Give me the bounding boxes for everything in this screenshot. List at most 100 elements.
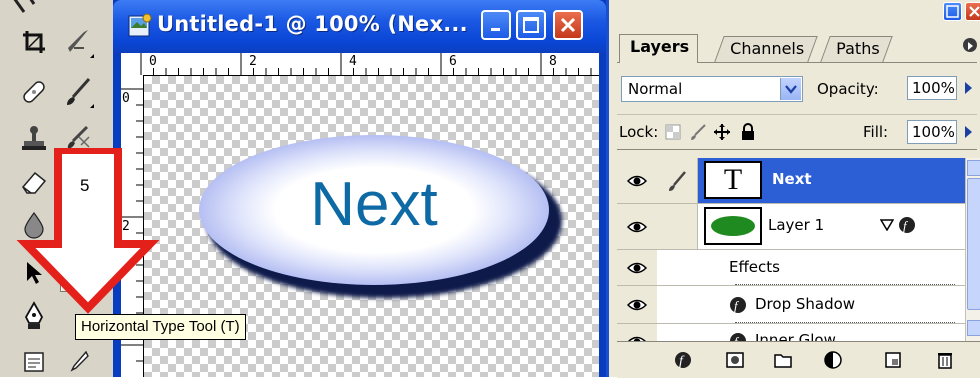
layers-list: T Next Layer 1 f Effects f Drop Shadow I…	[617, 158, 965, 341]
eye-icon	[627, 221, 647, 232]
link-brush-cell[interactable]	[657, 158, 698, 203]
trash-icon	[938, 353, 952, 369]
new-adjustment-layer-button[interactable]	[823, 350, 843, 370]
fx-icon: f	[675, 352, 691, 369]
move-icon	[13, 0, 36, 13]
scroll-thumb[interactable]	[967, 178, 980, 310]
minimize-button[interactable]	[481, 10, 511, 40]
tab-paths[interactable]: Paths	[820, 36, 894, 62]
flyout-indicator-icon	[90, 104, 94, 108]
palette-menu-arrow-icon	[968, 42, 973, 50]
new-layer-button[interactable]	[883, 350, 903, 370]
ruler-h-label: 0	[149, 54, 157, 69]
chevron-down-icon[interactable]	[780, 78, 801, 100]
link-brush-cell[interactable]	[657, 204, 698, 249]
blend-mode-select[interactable]: Normal	[621, 76, 803, 102]
visibility-toggle[interactable]	[617, 158, 658, 203]
palette-minimize-button[interactable]	[943, 2, 962, 21]
effects-row[interactable]: Effects	[617, 250, 965, 286]
step-number-label: 5	[80, 176, 90, 195]
effects-expand-triangle-icon[interactable]	[880, 219, 894, 231]
ruler-h-label: 6	[449, 54, 457, 69]
notes-tool[interactable]	[16, 344, 52, 380]
scroll-down-button[interactable]	[967, 320, 980, 336]
lock-label: Lock:	[619, 123, 659, 141]
fill-slider-arrow-icon[interactable]	[965, 126, 972, 138]
lock-all-padlock-icon[interactable]	[739, 122, 757, 142]
palette-title-bar[interactable]	[609, 0, 980, 24]
healing-brush-tool[interactable]	[16, 74, 52, 110]
fill-label: Fill:	[863, 123, 889, 141]
slice-knife-icon	[68, 30, 88, 52]
tool-tooltip: Horizontal Type Tool (T)	[75, 314, 246, 340]
tab-channels[interactable]: Channels	[714, 36, 818, 62]
eye-icon	[627, 262, 647, 273]
minimize-icon	[491, 28, 500, 31]
visibility-toggle[interactable]	[617, 250, 658, 285]
crop-tool[interactable]	[16, 24, 52, 60]
empty-cell	[657, 286, 697, 323]
tab-layers[interactable]: Layers	[619, 34, 699, 63]
document-title-bar[interactable]: Untitled-1 @ 100% (Nex...	[113, 0, 606, 53]
delete-layer-button[interactable]	[935, 350, 955, 370]
opacity-label: Opacity:	[817, 80, 879, 98]
notes-icon	[24, 352, 44, 372]
layer-row-layer-1[interactable]: Layer 1 f	[617, 204, 965, 250]
layers-scrollbar[interactable]	[965, 158, 980, 341]
photoshop-document-icon	[127, 12, 153, 38]
eyedropper-icon	[70, 350, 89, 372]
palette-tabs: Layers Channels Paths	[617, 32, 977, 63]
ruler-v-label: 0	[122, 91, 130, 106]
eyedropper-tool[interactable]	[60, 344, 96, 380]
effects-label: Effects	[729, 258, 780, 276]
empty-cell	[657, 324, 697, 341]
effect-inner-glow[interactable]: f Inner Glow	[617, 324, 965, 341]
maximize-icon	[523, 17, 539, 33]
lock-image-brush-icon[interactable]	[689, 123, 707, 141]
layer-style-fx-icon: f	[899, 217, 915, 233]
visibility-toggle[interactable]	[617, 286, 658, 323]
ruler-h-label: 2	[249, 54, 257, 69]
layer-row-next[interactable]: T Next	[617, 158, 965, 204]
flyout-indicator-icon	[90, 54, 94, 58]
tab-channels-label: Channels	[730, 39, 805, 58]
mask-icon	[726, 352, 744, 368]
horizontal-ruler: 0 2 4 6 8	[121, 53, 599, 76]
lock-row: Lock: Fill: 100%	[617, 114, 977, 150]
palette-close-button[interactable]	[965, 2, 980, 21]
lock-transparency-icon[interactable]	[665, 124, 681, 140]
add-layer-style-button[interactable]: f	[673, 350, 693, 370]
new-layer-icon	[885, 352, 901, 368]
close-icon	[969, 6, 980, 17]
maximize-button[interactable]	[516, 10, 546, 40]
bandage-icon	[23, 81, 45, 103]
new-group-button[interactable]	[773, 350, 793, 370]
lock-position-move-icon[interactable]	[713, 123, 731, 141]
layer-body[interactable]: T Next	[698, 158, 965, 203]
close-icon	[560, 17, 576, 33]
visibility-toggle[interactable]	[617, 324, 658, 341]
effect-fx-icon: f	[730, 333, 746, 341]
folder-icon	[774, 354, 792, 368]
empty-cell	[657, 250, 697, 285]
dotted-divider	[735, 284, 955, 285]
close-button[interactable]	[553, 10, 583, 40]
button-text[interactable]: Next	[199, 169, 549, 240]
effect-name: Inner Glow	[755, 331, 836, 341]
scroll-up-button[interactable]	[967, 160, 980, 176]
adjustment-icon	[824, 351, 842, 369]
ruler-h-label: 4	[349, 54, 357, 69]
layer-body[interactable]: Layer 1 f	[698, 204, 965, 249]
effect-drop-shadow[interactable]: f Drop Shadow	[617, 286, 965, 324]
brush-tool[interactable]	[60, 74, 96, 110]
opacity-slider-arrow-icon[interactable]	[965, 82, 972, 94]
layer-name: Layer 1	[768, 216, 825, 234]
fill-field[interactable]: 100%	[907, 120, 957, 144]
visibility-toggle[interactable]	[617, 204, 658, 249]
palette-menu-button[interactable]	[963, 38, 977, 52]
add-mask-button[interactable]	[725, 350, 745, 370]
move-tool[interactable]	[6, 0, 42, 26]
opacity-field[interactable]: 100%	[907, 76, 957, 100]
slice-tool[interactable]	[60, 24, 96, 60]
next-button-graphic: Next	[199, 135, 549, 285]
